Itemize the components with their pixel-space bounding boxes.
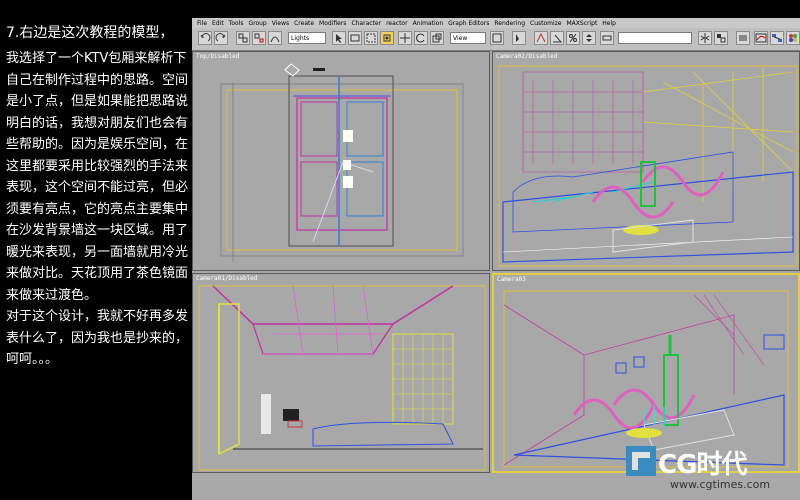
select-manipulate-icon[interactable] <box>512 31 526 45</box>
menu-views[interactable]: Views <box>272 20 289 27</box>
menu-create[interactable]: Create <box>294 20 314 27</box>
tutorial-text-panel: 7.右边是这次教程的模型， 我选择了一个KTV包厢来解析下自己在制作过程中的思路… <box>0 0 192 500</box>
spinner-snap-icon[interactable] <box>582 31 596 45</box>
cgtimes-watermark: CG时代 www.cgtimes.com <box>618 440 800 500</box>
move-icon[interactable] <box>398 31 412 45</box>
angle-snap-icon[interactable] <box>550 31 564 45</box>
menu-graph-editors[interactable]: Graph Editors <box>448 20 489 27</box>
menu-group[interactable]: Group <box>248 20 266 27</box>
3dsmax-window: File Edit Tools Group Views Create Modif… <box>192 18 800 500</box>
select-icon[interactable] <box>332 31 346 45</box>
menu-edit[interactable]: Edit <box>212 20 224 27</box>
scale-icon[interactable] <box>430 31 444 45</box>
watermark-brand: CG时代 <box>658 450 747 480</box>
menu-rendering[interactable]: Rendering <box>494 20 525 27</box>
percent-snap-icon[interactable] <box>566 31 580 45</box>
menu-character[interactable]: Character <box>351 20 381 27</box>
window-crossing-icon[interactable] <box>380 31 394 45</box>
top-view-wireframe <box>220 63 464 262</box>
mirror-icon[interactable] <box>698 31 712 45</box>
curve-editor-icon[interactable] <box>754 31 768 45</box>
viewport-camera01[interactable]: Camera01/Disabled <box>192 273 490 473</box>
undo-icon[interactable] <box>198 31 212 45</box>
main-toolbar: Lights View <box>192 28 800 51</box>
menu-maxscript[interactable]: MAXScript <box>567 20 598 27</box>
named-selection-sets-dropdown[interactable] <box>618 32 692 44</box>
menu-help[interactable]: Help <box>602 20 616 27</box>
camera01-wireframe <box>198 285 486 471</box>
watermark-url: www.cgtimes.com <box>670 478 771 491</box>
menu-bar: File Edit Tools Group Views Create Modif… <box>192 18 800 28</box>
reference-coordinate-dropdown[interactable]: View <box>450 32 486 44</box>
viewport-camera02[interactable]: Camera02/Disabled <box>492 51 800 271</box>
menu-file[interactable]: File <box>197 20 207 27</box>
schematic-view-icon[interactable] <box>770 31 784 45</box>
viewport-top[interactable]: Top/Disabled <box>192 51 490 271</box>
menu-customize[interactable]: Customize <box>530 20 562 27</box>
tutorial-body: 我选择了一个KTV包厢来解析下自己在制作过程中的思路。空间是小了点，但是如果能把… <box>6 51 189 367</box>
menu-reactor[interactable]: reactor <box>386 20 408 27</box>
snaps-toggle-icon[interactable] <box>534 31 548 45</box>
layer-manager-icon[interactable] <box>736 31 750 45</box>
menu-tools[interactable]: Tools <box>229 20 244 27</box>
redo-icon[interactable] <box>214 31 228 45</box>
align-icon[interactable] <box>714 31 728 45</box>
unlink-icon[interactable] <box>252 31 266 45</box>
camera02-wireframe <box>498 65 798 267</box>
menu-modifiers[interactable]: Modifiers <box>319 20 346 27</box>
material-editor-icon[interactable] <box>786 31 800 45</box>
pivot-center-icon[interactable] <box>490 31 504 45</box>
menu-animation[interactable]: Animation <box>413 20 444 27</box>
select-link-icon[interactable] <box>236 31 250 45</box>
region-select-icon[interactable] <box>364 31 378 45</box>
selection-filter-dropdown[interactable]: Lights <box>288 32 326 44</box>
select-by-name-icon[interactable] <box>348 31 362 45</box>
edit-named-selection-icon[interactable] <box>600 31 614 45</box>
tutorial-title: 7.右边是这次教程的模型， <box>6 25 174 41</box>
rotate-icon[interactable] <box>414 31 428 45</box>
bind-spacewarp-icon[interactable] <box>268 31 282 45</box>
